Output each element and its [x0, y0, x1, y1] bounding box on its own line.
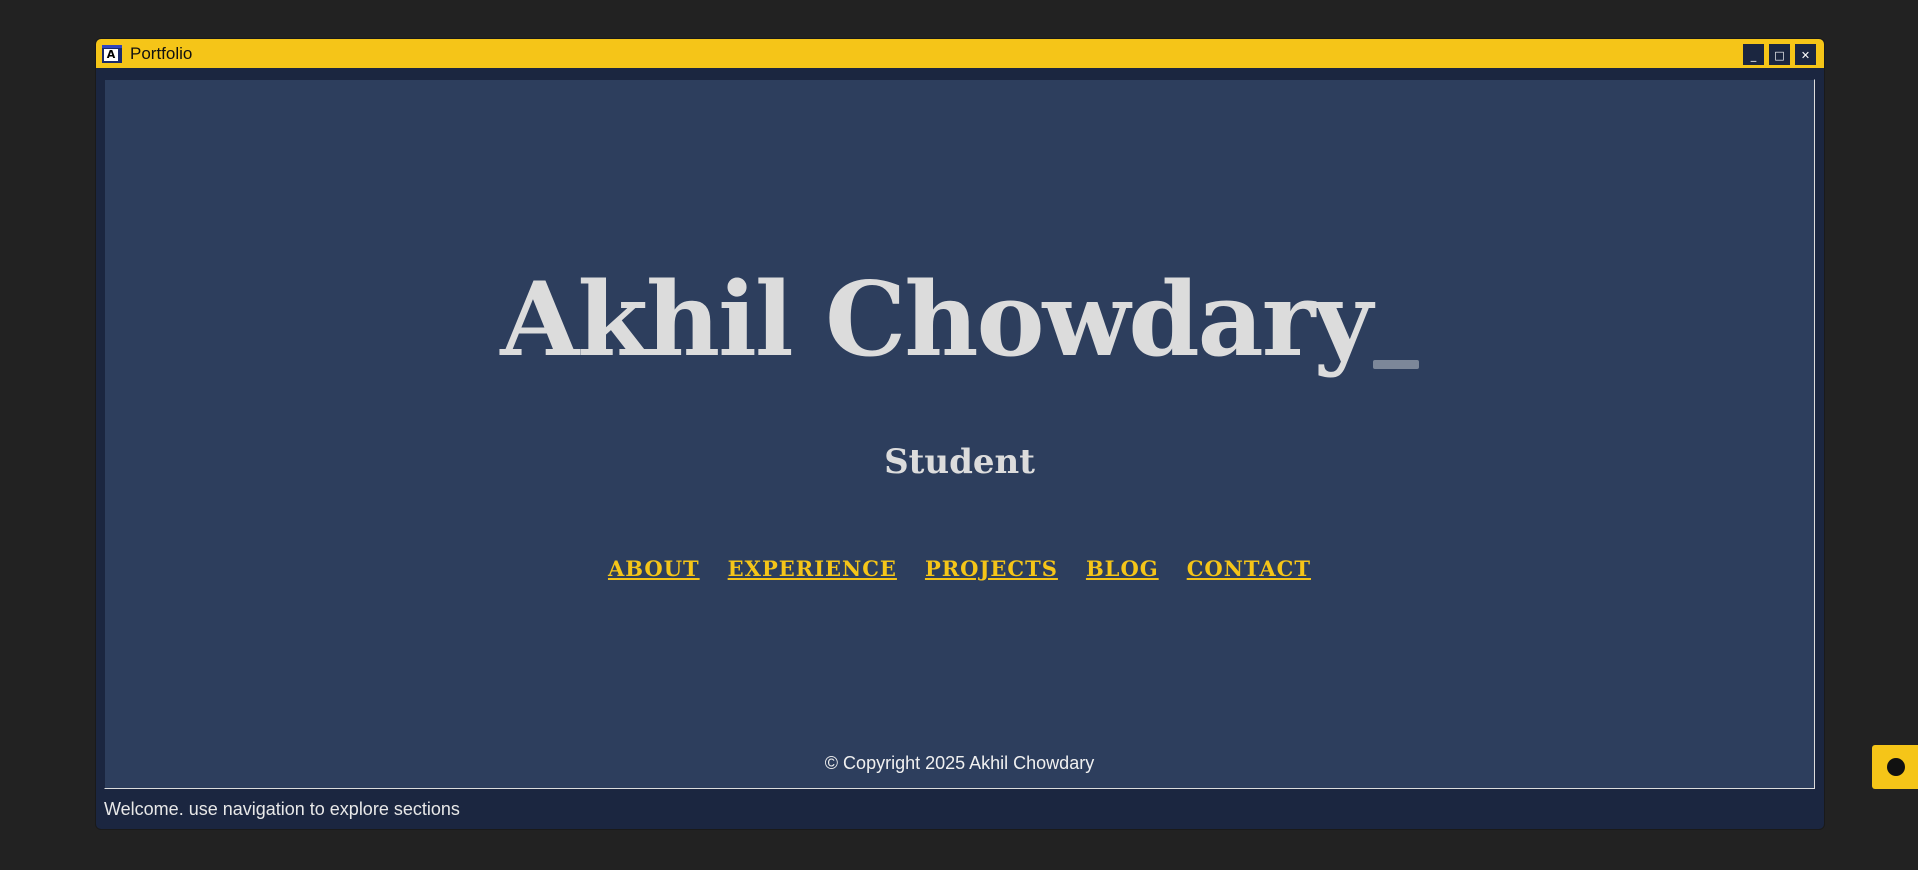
copyright-text: © Copyright 2025 Akhil Chowdary: [824, 753, 1095, 773]
minimize-button[interactable]: _: [1742, 43, 1765, 66]
maximize-button[interactable]: □: [1768, 43, 1791, 66]
nav-link-contact[interactable]: CONTACT: [1187, 555, 1311, 583]
nav-link-blog[interactable]: BLOG: [1086, 555, 1159, 583]
app-icon: A: [102, 45, 122, 63]
hero-name: Akhil Chowdary: [105, 265, 1814, 375]
dot-icon: [1887, 758, 1905, 776]
nav-link-projects[interactable]: PROJECTS: [925, 555, 1058, 583]
nav-link-about[interactable]: ABOUT: [608, 555, 700, 583]
title-bar[interactable]: A Portfolio _ □ ✕: [96, 39, 1824, 70]
hero-name-text: Akhil Chowdary: [500, 260, 1373, 380]
nav-link-experience[interactable]: EXPERIENCE: [728, 555, 897, 583]
text-cursor-icon: [1372, 360, 1419, 369]
main-content: Akhil Chowdary Student ABOUT EXPERIENCE …: [104, 79, 1815, 789]
main-nav: ABOUT EXPERIENCE PROJECTS BLOG CONTACT: [105, 555, 1814, 583]
portfolio-window: A Portfolio _ □ ✕ Akhil Chowdary Student…: [96, 39, 1824, 829]
close-button[interactable]: ✕: [1794, 43, 1817, 66]
app-icon-letter: A: [104, 49, 118, 61]
floating-action-button[interactable]: [1872, 745, 1918, 789]
hero-role: Student: [884, 442, 1035, 482]
window-title: Portfolio: [130, 44, 193, 63]
status-bar: Welcome. use navigation to explore secti…: [104, 799, 460, 819]
